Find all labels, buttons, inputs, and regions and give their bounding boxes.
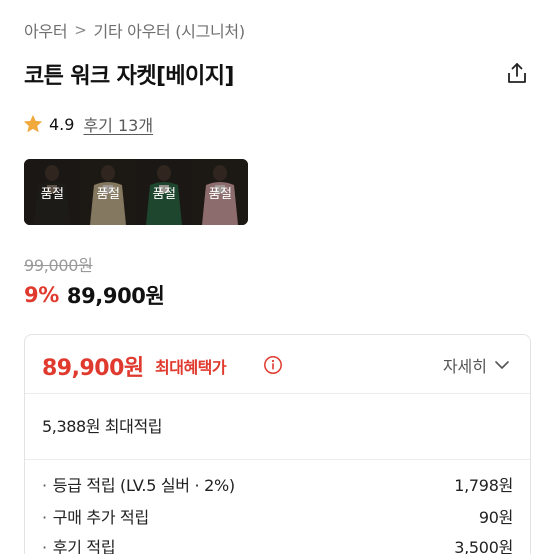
soldout-label: 품절 — [96, 187, 120, 202]
benefit-row-left: · 구매 추가 적립 — [42, 504, 149, 528]
benefit-row-label: 구매 추가 적립 — [52, 508, 149, 527]
benefit-row-label: 등급 적립 (LV.5 실버 · 2%) — [52, 476, 235, 495]
bullet: · — [42, 476, 47, 495]
rating: 4.9 후기 13개 — [22, 113, 153, 135]
bullet: · — [42, 508, 47, 527]
benefit-header[interactable]: 89,900원 최대혜택가 자세히 — [25, 335, 530, 393]
color-swatch-green[interactable]: 품절 — [136, 159, 192, 225]
benefit-box: 89,900원 최대혜택가 자세히 5,388원 최대적립 · 등급 적립 (LV… — [24, 334, 531, 554]
breadcrumb-separator: > — [74, 21, 87, 39]
chevron-down-icon — [495, 361, 509, 369]
rating-score: 4.9 — [49, 114, 75, 134]
benefit-row-purchase: · 구매 추가 적립 90원 — [42, 505, 513, 527]
benefit-row-label: 후기 적립 — [52, 538, 116, 554]
breadcrumb-item-outer[interactable]: 아우터 — [24, 18, 68, 42]
bullet: · — [42, 538, 47, 554]
color-swatch-black[interactable]: 품절 — [24, 159, 80, 225]
soldout-label: 품절 — [40, 187, 64, 202]
detail-toggle[interactable]: 자세히 — [443, 353, 510, 377]
info-icon[interactable] — [263, 355, 283, 375]
color-swatches: 품절 품절 품절 품절 — [24, 159, 248, 225]
divider — [25, 459, 530, 460]
color-swatch-beige[interactable]: 품절 — [80, 159, 136, 225]
benefit-row-value: 90원 — [478, 508, 513, 527]
breadcrumb: 아우터 > 기타 아우터 (시그니처) — [24, 18, 245, 42]
benefit-row-left: · 후기 적립 — [42, 534, 116, 554]
max-benefit-price: 89,900원 — [42, 356, 144, 381]
benefit-row-left: · 등급 적립 (LV.5 실버 · 2%) — [42, 472, 235, 496]
total-points: 5,388원 최대적립 — [42, 417, 163, 436]
divider — [25, 393, 530, 394]
benefit-row-review: · 후기 적립 3,500원 — [42, 535, 513, 554]
max-benefit-label: 최대혜택가 — [155, 358, 227, 377]
benefit-row-grade: · 등급 적립 (LV.5 실버 · 2%) 1,798원 — [42, 473, 513, 495]
star-icon — [23, 114, 43, 133]
price-row: 9% 89,900원 — [24, 280, 165, 310]
reviews-link[interactable]: 후기 13개 — [83, 112, 153, 136]
detail-label: 자세히 — [442, 357, 487, 376]
share-icon[interactable] — [504, 60, 530, 86]
product-title: 코튼 워크 자켓[베이지] — [24, 64, 234, 89]
original-price: 99,000원 — [24, 256, 93, 275]
breadcrumb-item-other-outer[interactable]: 기타 아우터 (시그니처) — [94, 18, 246, 42]
soldout-label: 품절 — [208, 187, 232, 202]
final-price: 89,900원 — [66, 284, 165, 308]
soldout-label: 품절 — [152, 187, 176, 202]
benefit-row-value: 1,798원 — [454, 476, 513, 495]
benefit-row-value: 3,500원 — [454, 538, 513, 554]
color-swatch-pink[interactable]: 품절 — [192, 159, 248, 225]
discount-rate: 9% — [24, 283, 59, 307]
